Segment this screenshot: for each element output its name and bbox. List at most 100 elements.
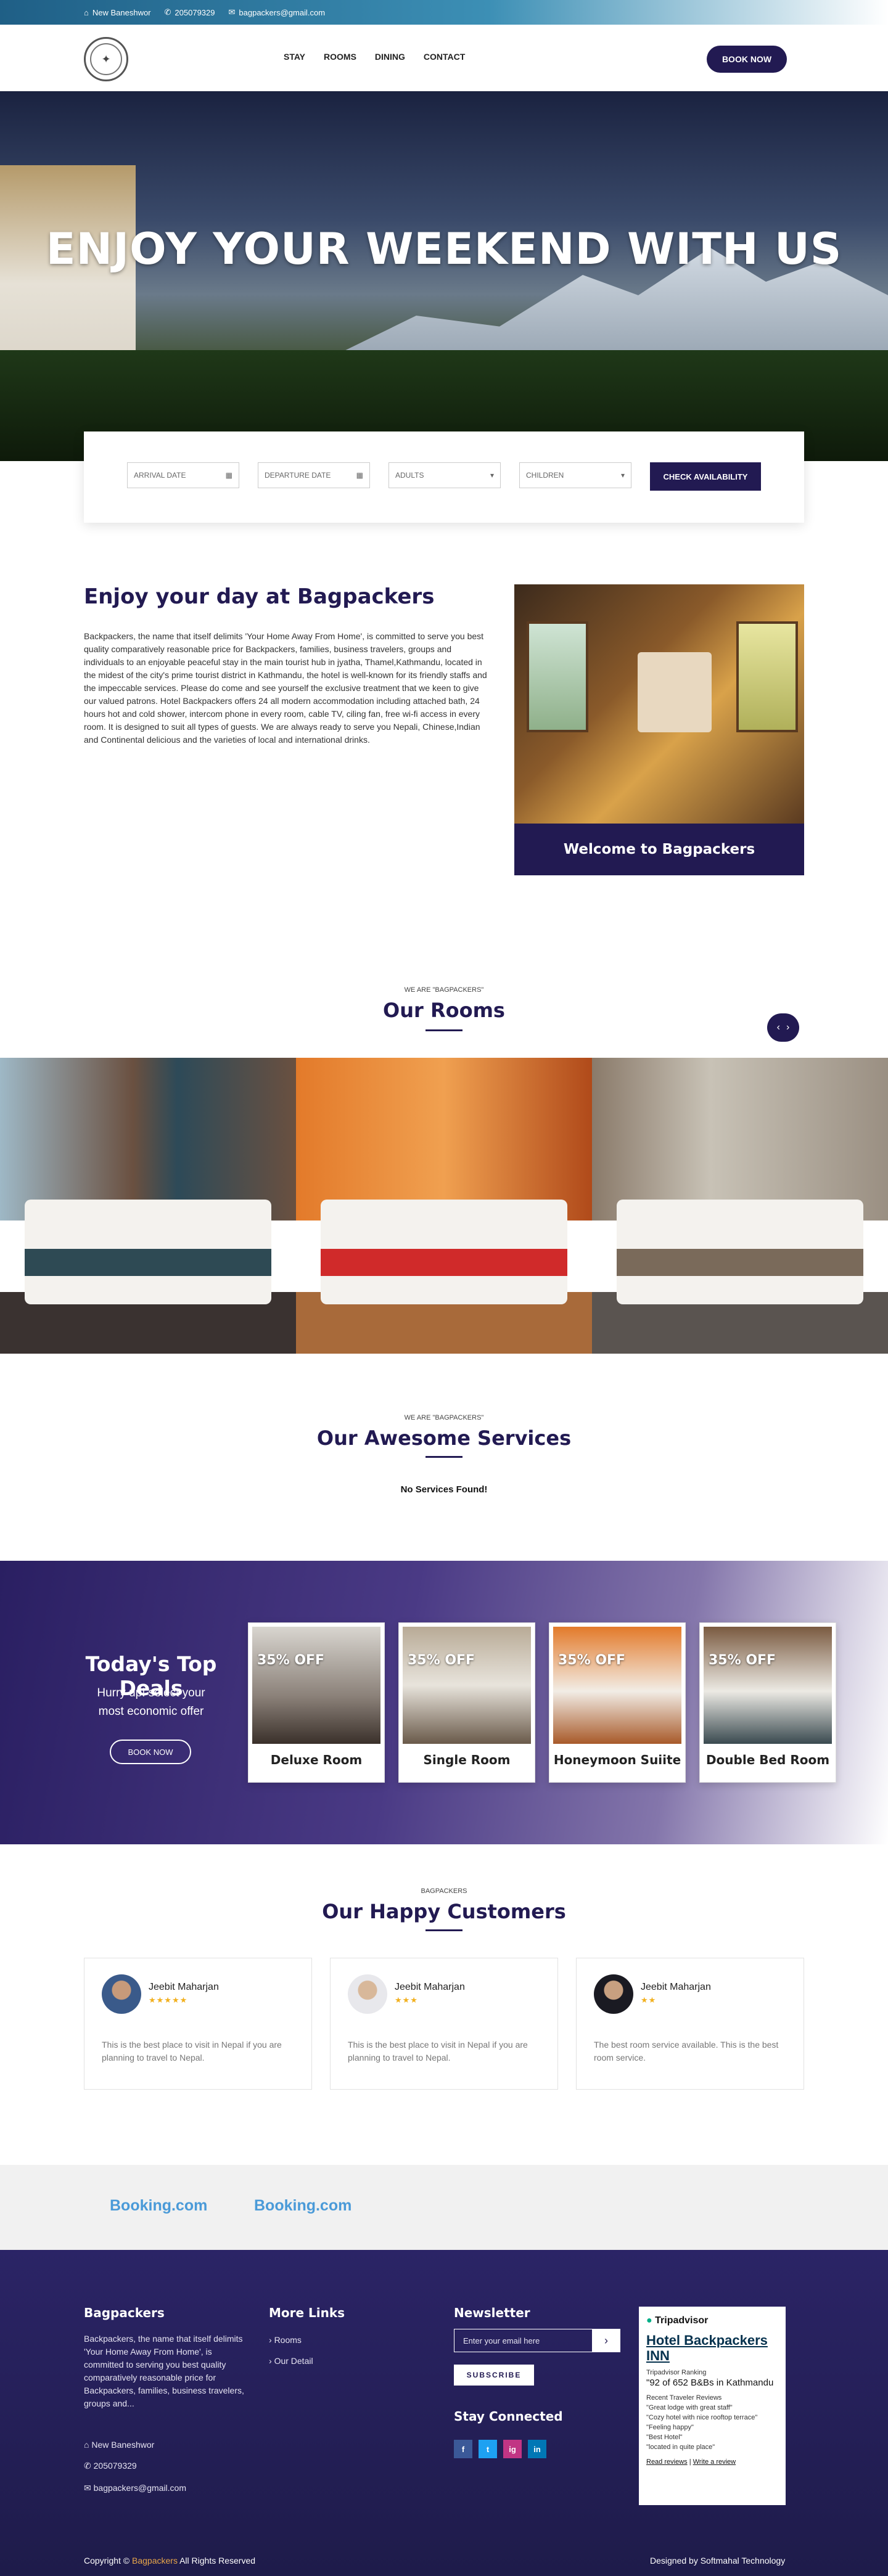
testimonial-text: The best room service available. This is… (594, 2040, 779, 2063)
deal-name: Deluxe Room (270, 1752, 363, 1767)
send-arrow-icon[interactable]: › (592, 2329, 620, 2352)
topbar-email[interactable]: ✉ bagpackers@gmail.com (229, 7, 326, 17)
footer-location-text: New Baneshwor (91, 2440, 155, 2450)
deal-image (553, 1627, 681, 1744)
deal-image (403, 1627, 531, 1744)
review-item[interactable]: "Great lodge with great staff" (646, 2403, 778, 2413)
read-reviews-link[interactable]: Read reviews (646, 2458, 688, 2466)
review-item[interactable]: "Best Hotel" (646, 2432, 778, 2442)
deals-book-now-button[interactable]: BOOK NOW (110, 1740, 191, 1764)
nav-dining[interactable]: DINING (375, 52, 405, 62)
footer-link-label[interactable]: Our Detail (274, 2356, 313, 2366)
deal-card[interactable]: 35% OFF Double Bed Room (699, 1622, 836, 1783)
subscribe-button[interactable]: SUBSCRIBE (454, 2365, 534, 2386)
review-item[interactable]: "Cozy hotel with nice rooftop terrace" (646, 2413, 778, 2423)
copyright-brand[interactable]: Bagpackers (132, 2556, 178, 2566)
linkedin-icon[interactable]: in (528, 2440, 546, 2458)
avatar (594, 1974, 633, 2014)
deal-name: Double Bed Room (705, 1752, 830, 1767)
footer-email[interactable]: ✉ bagpackers@gmail.com (84, 2482, 186, 2495)
chevron-right-icon[interactable]: › (786, 1022, 789, 1033)
booking-logo[interactable]: Booking.com (110, 2197, 207, 2215)
tripadvisor-logo: ● Tripadvisor (646, 2315, 778, 2326)
footer-link-label[interactable]: Rooms (274, 2335, 302, 2345)
about-image-window (736, 621, 798, 732)
about-title: Enjoy your day at Bagpackers (84, 584, 435, 609)
rooms-subtitle: WE ARE "BAGPACKERS" (404, 986, 484, 994)
children-label: CHILDREN (526, 471, 564, 480)
home-icon: ⌂ (84, 2440, 89, 2450)
topbar-phone[interactable]: ✆ 205079329 (165, 7, 215, 17)
children-select[interactable]: CHILDREN ▾ (519, 462, 631, 488)
footer-phone[interactable]: ✆ 205079329 (84, 2459, 137, 2472)
instagram-icon[interactable]: ig (503, 2440, 522, 2458)
deals-text: Hurry up! select your most economic offe… (62, 1684, 240, 1721)
deal-card[interactable]: 35% OFF Honeymoon Suiite (549, 1622, 686, 1783)
tripadvisor-ranking-label: Tripadvisor Ranking (646, 2369, 707, 2376)
email-text[interactable]: bagpackers@gmail.com (239, 8, 325, 17)
adults-label: ADULTS (395, 471, 424, 480)
about-image-wall-art (638, 652, 712, 732)
stay-connected-title: Stay Connected (454, 2409, 563, 2424)
review-item[interactable]: "Feeling happy" (646, 2423, 778, 2432)
departure-date-field[interactable]: DEPARTURE DATE ▦ (258, 462, 370, 488)
deal-discount: 35% OFF (257, 1653, 325, 1668)
tripadvisor-reviews: "Great lodge with great staff" "Cozy hot… (646, 2403, 778, 2452)
arrival-date-field[interactable]: ARRIVAL DATE ▦ (127, 462, 239, 488)
chevron-left-icon[interactable]: ‹ (777, 1022, 780, 1033)
check-availability-button[interactable]: CHECK AVAILABILITY (650, 462, 761, 491)
calendar-icon: ▦ (356, 471, 363, 480)
room-wall (0, 1058, 296, 1221)
twitter-icon[interactable]: t (479, 2440, 497, 2458)
logo[interactable]: ✦ (84, 37, 128, 81)
star-rating: ★★ (641, 1995, 657, 2005)
footer-link-detail[interactable]: › Our Detail (269, 2355, 313, 2368)
deals-text-line1: Hurry up! select your (97, 1687, 205, 1699)
footer-email-text[interactable]: bagpackers@gmail.com (94, 2483, 186, 2493)
rooms-carousel-arrows[interactable]: ‹ › (767, 1013, 799, 1042)
copyright: Copyright © Bagpackers All Rights Reserv… (84, 2556, 255, 2566)
deal-discount: 35% OFF (709, 1653, 776, 1668)
main-nav: STAY ROOMS DINING CONTACT (284, 52, 465, 62)
review-item[interactable]: "located in quite place" (646, 2442, 778, 2452)
footer-links-title: More Links (269, 2305, 345, 2320)
footer-about-title: Bagpackers (84, 2305, 165, 2320)
room-slide[interactable] (0, 1058, 296, 1354)
tripadvisor-hotel-link[interactable]: Hotel Backpackers INN (646, 2333, 778, 2363)
deal-card[interactable]: 35% OFF Deluxe Room (248, 1622, 385, 1783)
deal-name: Honeymoon Suiite (553, 1752, 681, 1767)
home-icon: ⌂ (84, 7, 89, 17)
booking-logo[interactable]: Booking.com (254, 2197, 352, 2215)
deal-discount: 35% OFF (408, 1653, 475, 1668)
copyright-prefix: Copyright © (84, 2556, 130, 2566)
deals-text-line2: most economic offer (98, 1705, 204, 1718)
room-slide[interactable] (296, 1058, 592, 1354)
location-text: New Baneshwor (92, 7, 151, 17)
room-bed-throw (617, 1249, 863, 1276)
caret-down-icon: ▾ (490, 471, 494, 480)
nav-contact[interactable]: CONTACT (424, 52, 465, 62)
tripadvisor-widget[interactable]: ● Tripadvisor Hotel Backpackers INN Trip… (639, 2307, 786, 2505)
phone-text[interactable]: 205079329 (175, 8, 215, 17)
deal-card[interactable]: 35% OFF Single Room (398, 1622, 535, 1783)
footer-link-rooms[interactable]: › Rooms (269, 2334, 302, 2347)
adults-select[interactable]: ADULTS ▾ (388, 462, 501, 488)
arrival-date-placeholder: ARRIVAL DATE (134, 471, 186, 480)
envelope-icon: ✉ (84, 2483, 91, 2493)
tripadvisor-actions: Read reviews | Write a review (646, 2458, 736, 2466)
nav-stay[interactable]: STAY (284, 52, 305, 62)
testimonial-name: Jeebit Maharjan (395, 1982, 465, 1992)
customers-title: Our Happy Customers (322, 1900, 566, 1923)
room-slide[interactable] (592, 1058, 888, 1354)
designed-by: Designed by Softmahal Technology (650, 2556, 786, 2566)
tripadvisor-brand: Tripadvisor (655, 2315, 709, 2326)
avatar (348, 1974, 387, 2014)
write-review-link[interactable]: Write a review (693, 2458, 736, 2466)
book-now-button[interactable]: BOOK NOW (707, 46, 787, 73)
nav-rooms[interactable]: ROOMS (324, 52, 356, 62)
about-image (514, 584, 804, 824)
site-footer: Bagpackers Backpackers, the name that it… (0, 2250, 888, 2576)
phone-icon: ✆ (84, 2461, 91, 2471)
footer-phone-text[interactable]: 205079329 (94, 2461, 137, 2471)
facebook-icon[interactable]: f (454, 2440, 472, 2458)
